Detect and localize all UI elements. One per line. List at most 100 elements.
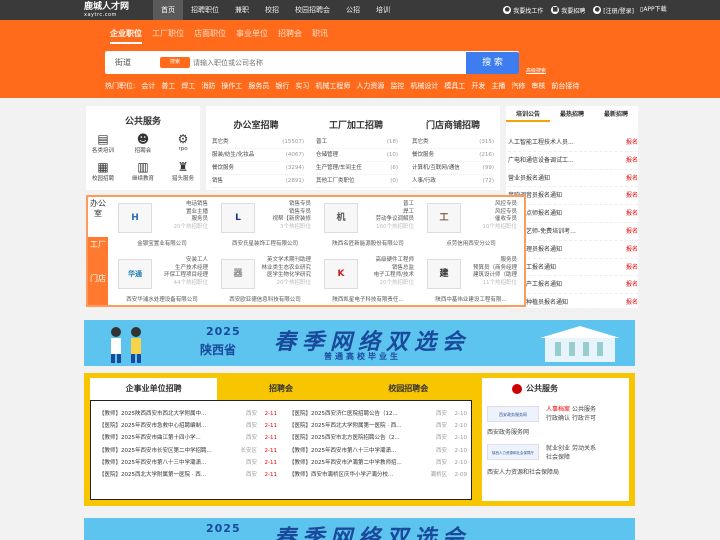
- svc-job-fair[interactable]: ☻ 招聘会: [123, 132, 163, 154]
- tab-new-jobs[interactable]: 最新招聘: [594, 108, 638, 122]
- category-row[interactable]: 销售 (2891): [212, 175, 304, 188]
- signup-link[interactable]: 报名: [626, 152, 638, 169]
- list-item[interactable]: 【医院】2025西北大学附属第一医院 · 西... 西安 2-11: [99, 469, 277, 481]
- archive-link[interactable]: 人事档案: [546, 406, 570, 413]
- list-item[interactable]: 营业员报名通知 报名: [508, 170, 638, 188]
- hot-job-item[interactable]: 焊工: [181, 81, 195, 91]
- job-title[interactable]: 生产技术经理: [156, 265, 208, 273]
- job-title[interactable]: 视帮【新房装修: [259, 216, 311, 224]
- tab-enterprise[interactable]: 企业职位: [110, 28, 142, 44]
- nav-training[interactable]: 培训: [368, 0, 398, 20]
- signup-link[interactable]: 报名: [626, 187, 638, 204]
- list-item[interactable]: 【医院】2025西安济仁医院招聘公告（12... 西安 2-10: [289, 408, 467, 420]
- job-title[interactable]: 电话销售: [156, 201, 208, 209]
- category-row[interactable]: 服装/纺生/化妆品 (4067): [212, 149, 304, 162]
- job-title[interactable]: 英文学术期刊助理: [259, 257, 311, 265]
- signup-link[interactable]: 报名: [626, 205, 638, 222]
- tab-campus-fairs[interactable]: 校园招聘会: [345, 378, 472, 400]
- hot-job-item[interactable]: 操作工: [221, 81, 242, 91]
- svc-campus[interactable]: ▦ 校园招聘: [83, 160, 123, 182]
- signup-link[interactable]: 报名: [626, 259, 638, 276]
- job-title[interactable]: 销售专员: [259, 209, 311, 217]
- nav-home[interactable]: 首页: [153, 0, 183, 20]
- job-title[interactable]: 高级硬件工程师: [362, 257, 414, 265]
- list-item[interactable]: 【教师】2025陕西西安市西北大学附属中... 西安 2-11: [99, 408, 277, 420]
- signup-link[interactable]: 报名: [626, 223, 638, 240]
- company-name[interactable]: 陕西中基伟业建设工程有限...: [421, 295, 521, 303]
- nav-jobs[interactable]: 招聘职位: [183, 0, 227, 20]
- gov-service-image[interactable]: 西安政务服务网: [487, 406, 539, 422]
- list-item[interactable]: 广电和通信设备调试工... 报名: [508, 152, 638, 170]
- nav-campus[interactable]: 校招: [257, 0, 287, 20]
- tab-store-featured[interactable]: 门店: [88, 269, 108, 305]
- list-item[interactable]: 【医院】2025年西北大学附属第一医院 · 西... 西安 2-10: [289, 420, 467, 432]
- street-badge[interactable]: 搜索: [160, 57, 190, 68]
- gov-service-caption[interactable]: 西安政务服务网: [487, 427, 529, 436]
- job-title[interactable]: 劳动争议调解员: [362, 216, 414, 224]
- labor-link[interactable]: 劳动关系: [572, 445, 596, 452]
- hot-job-item[interactable]: 银行: [275, 81, 289, 91]
- tab-hot-jobs[interactable]: 最热招聘: [550, 108, 594, 122]
- signup-link[interactable]: 报名: [626, 241, 638, 258]
- company-name[interactable]: 西安氏星装饰工程有限公司: [215, 239, 315, 247]
- tab-factory[interactable]: 工厂职位: [152, 28, 184, 44]
- tab-job-fair[interactable]: 招聘会: [278, 28, 302, 44]
- login-link[interactable]: ● [注册/登录]: [593, 6, 634, 15]
- hot-job-item[interactable]: 人力资源: [356, 81, 384, 91]
- svc-education[interactable]: ▥ 继续教育: [123, 160, 163, 182]
- svc-headhunter[interactable]: ♜ 猎头服务: [163, 160, 203, 182]
- company-name[interactable]: 西安华浦水处理设备有限公司: [112, 295, 212, 303]
- signup-link[interactable]: 报名: [626, 170, 638, 187]
- job-title[interactable]: 预算员（商务经理: [465, 265, 517, 273]
- category-row[interactable]: 计算机/互联网/通信 (99): [412, 162, 494, 175]
- category-row[interactable]: 其它类 (15507): [212, 136, 304, 149]
- hot-job-item[interactable]: 机械工程师: [315, 81, 350, 91]
- hot-job-item[interactable]: 前台接待: [551, 81, 579, 91]
- list-item[interactable]: 【医院】2025西安市北方医院招聘公告（2... 西安 2-10: [289, 432, 467, 444]
- list-item[interactable]: 【教师】2025年西安市第八十三中学灞潇... 西安 2-11: [99, 457, 277, 469]
- job-title[interactable]: 普工: [362, 201, 414, 209]
- office-title[interactable]: 办公室招聘: [206, 118, 306, 131]
- list-item[interactable]: 硝酸生产工报名通知 报名: [508, 276, 638, 295]
- job-title[interactable]: 林业类生态农业研究: [259, 265, 311, 273]
- nav-parttime[interactable]: 兼职: [227, 0, 257, 20]
- job-title[interactable]: 安装工人: [156, 257, 208, 265]
- category-row[interactable]: 其他工厂类职位 (0): [316, 175, 398, 188]
- list-item[interactable]: 西式面点师报名通知 报名: [508, 205, 638, 223]
- permit-link[interactable]: 行政许可: [572, 415, 596, 422]
- app-download-link[interactable]: ▯APP下载: [640, 0, 667, 20]
- category-row[interactable]: 普工 (18): [316, 136, 398, 149]
- nav-campus-fair[interactable]: 校园招聘会: [287, 0, 338, 20]
- category-row[interactable]: 餐饮服务 (216): [412, 149, 494, 162]
- company-name[interactable]: 西安欧亚德信息科技有限公司: [215, 295, 315, 303]
- category-row[interactable]: 其它类 (315): [412, 136, 494, 149]
- company-name[interactable]: 金银宝置业有限公司: [112, 239, 212, 247]
- job-title[interactable]: 服务员: [465, 257, 517, 265]
- spring-fair-banner[interactable]: 2025 陕西省 春季网络双选会 普通高校毕业生: [84, 320, 635, 366]
- company-name[interactable]: 陕西名匠新能源股份有限公司: [318, 239, 418, 247]
- list-item[interactable]: 机修钳工报名通知 报名: [508, 259, 638, 277]
- hot-job-item[interactable]: 监控: [390, 81, 404, 91]
- tab-training-notice[interactable]: 培训公告: [506, 108, 550, 122]
- hot-job-item[interactable]: 审核: [531, 81, 545, 91]
- company-card[interactable]: H 电话销售 置业主播 服务员 20个热招职位 金银宝置业有限公司: [112, 197, 212, 249]
- company-name[interactable]: 点劳信用西安分公司: [421, 239, 521, 247]
- list-item[interactable]: 【教师】西安市灞桥区庆华小学浐灞分校... 灞桥区 2-09: [289, 469, 467, 481]
- confirm-link[interactable]: 行政确认: [546, 415, 570, 422]
- store-title[interactable]: 门店商铺招聘: [406, 118, 500, 131]
- hr-bureau-caption[interactable]: 西安人力资源和社会保障局: [487, 467, 559, 476]
- list-item[interactable]: 人工智能工程技术人员... 报名: [508, 134, 638, 152]
- signup-link[interactable]: 报名: [626, 294, 638, 311]
- company-card[interactable]: 建 服务员 预算员（商务经理 建筑设计师（助理 11个热招职位 陕西中基伟业建设工程有…: [421, 253, 521, 305]
- search-input[interactable]: [193, 53, 493, 72]
- list-item[interactable]: 【教师】2025年西安市第八十三中学灞潇... 西安 2-10: [289, 445, 467, 457]
- job-title[interactable]: 环保工程项目经理: [156, 272, 208, 280]
- company-card[interactable]: K 高级硬件工程师 销售总监 电子工程师/技术 20个热招职位 陕西凯星电子科技有限责…: [318, 253, 418, 305]
- public-link[interactable]: 公共服务: [572, 406, 596, 413]
- find-job-link[interactable]: ● 我要找工作: [503, 6, 543, 15]
- tab-store[interactable]: 店面职位: [194, 28, 226, 44]
- category-row[interactable]: 餐饮服务 (3294): [212, 162, 304, 175]
- factory-title[interactable]: 工厂加工招聘: [306, 118, 406, 131]
- hot-job-item[interactable]: 会计: [141, 81, 155, 91]
- job-title[interactable]: 置业主播: [156, 209, 208, 217]
